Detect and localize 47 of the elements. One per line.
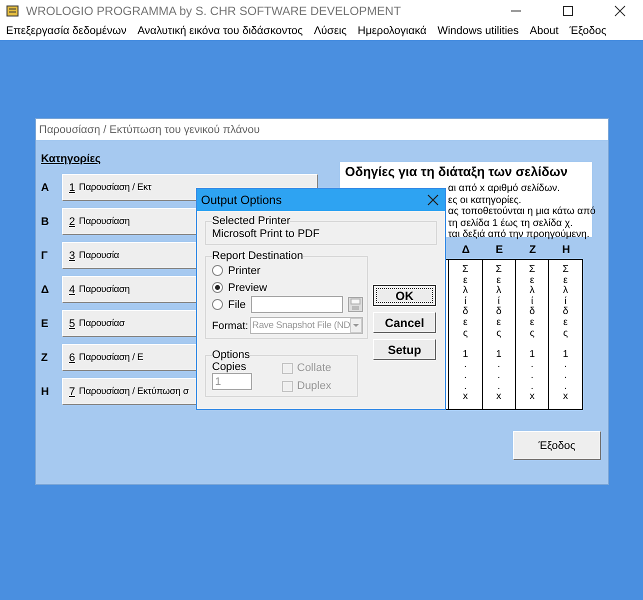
instruction-line: αι από x αριθμό σελίδων. — [448, 183, 561, 194]
instructions-title: Οδηγίες για τη διάταξη των σελίδων — [345, 164, 569, 179]
category-letter: Γ — [41, 250, 49, 262]
dialog-button[interactable]: OK — [373, 285, 436, 306]
group-label: Options — [212, 349, 250, 361]
exit-button[interactable]: Έξοδος — [513, 431, 601, 460]
table-cell-text: Σελίδες 1...x — [496, 265, 502, 404]
table-cell-text: Σελίδες 1...x — [462, 265, 468, 404]
category-letter: Δ — [41, 284, 50, 296]
menu-item[interactable]: Έξοδος — [570, 25, 606, 37]
menu-item[interactable]: Αναλυτική εικόνα του διδάσκοντος — [138, 25, 303, 37]
group-label: Selected Printer — [212, 215, 290, 227]
app-icon — [6, 4, 20, 18]
column-header: Ε — [494, 242, 504, 258]
menu-item[interactable]: Windows utilities — [437, 25, 519, 37]
column-header: Η — [561, 242, 572, 258]
instruction-line: ες οι κατηγορίες. — [448, 194, 522, 206]
menu-item[interactable]: Επεξεργασία δεδομένων — [6, 25, 127, 37]
radio-button[interactable] — [212, 265, 223, 276]
categories-label: Κατηγορίες — [41, 153, 101, 167]
category-letter: Η — [41, 386, 50, 398]
group-label: Report Destination — [212, 250, 304, 262]
category-letter: Α — [41, 182, 50, 194]
table-cell-text: Σελίδες 1...x — [529, 265, 536, 404]
format-label: Format: — [212, 320, 248, 332]
menu-item[interactable]: Λύσεις — [314, 25, 347, 37]
radio-label: Preview — [228, 282, 268, 294]
instruction-line: ται δεξιά από την προηγούμενη. — [448, 229, 590, 240]
radio-button[interactable] — [212, 282, 223, 293]
copies-label: Copies — [212, 361, 248, 373]
column-header: Ζ — [528, 242, 538, 258]
window-title: WROLOGIO PROGRAMMA by S. CHR SOFTWARE DEVELOPMENT — [26, 4, 402, 18]
menu-item[interactable]: Ημερολογιακά — [358, 25, 426, 37]
panel-title: Παρουσίαση / Εκτύπωση του γενικού πλάνου — [36, 119, 608, 140]
save-icon[interactable] — [348, 297, 363, 312]
dialog-button[interactable]: Cancel — [373, 312, 436, 333]
radio-button[interactable] — [212, 299, 223, 310]
category-letter: Ζ — [41, 352, 49, 364]
category-letter: Ε — [41, 318, 50, 330]
close-icon[interactable] — [427, 194, 439, 206]
file-path-field[interactable] — [250, 296, 343, 313]
dialog-button[interactable]: Setup — [373, 339, 436, 360]
table-cell-text: Σελίδες 1...x — [562, 265, 569, 404]
menu-item[interactable]: About — [530, 25, 559, 37]
instruction-line: τη σελίδα 1 έως τη σελίδα χ. — [448, 218, 573, 228]
category-letter: Β — [41, 216, 50, 228]
column-header: Δ — [460, 242, 471, 258]
